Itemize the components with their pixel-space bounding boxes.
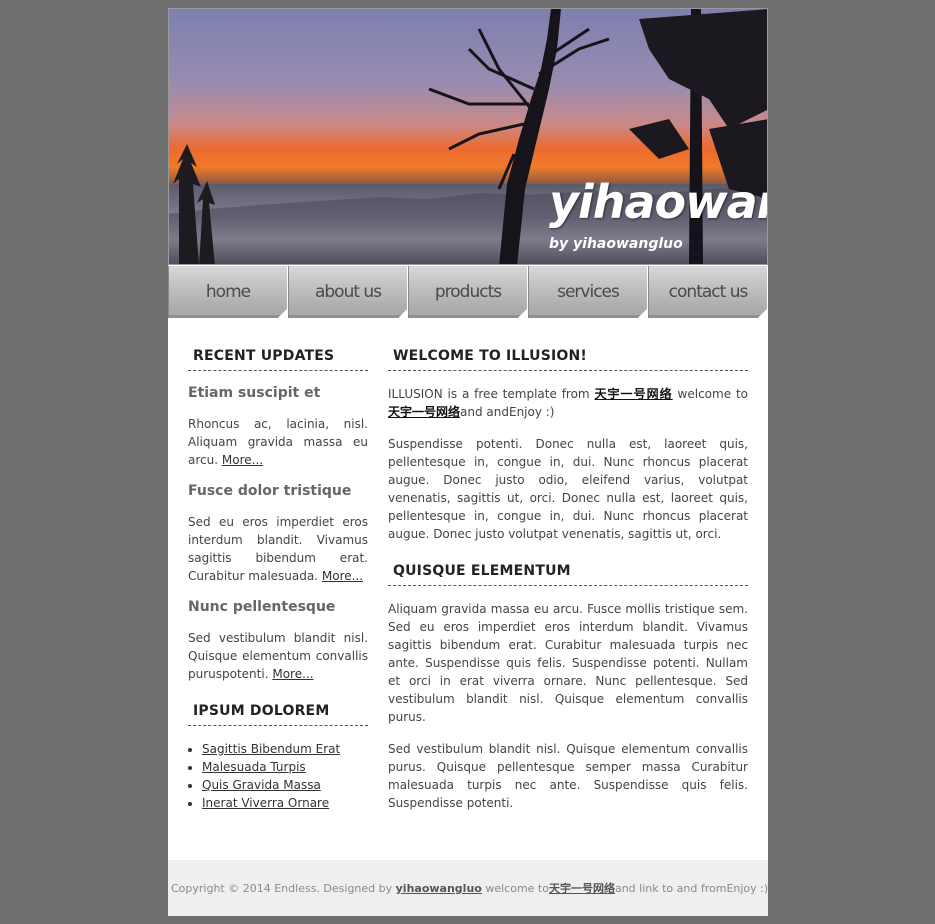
designer-link[interactable]: yihaowangluo — [396, 882, 482, 895]
footer-copy: Copyright © 2014 Endless. Designed by — [171, 882, 396, 895]
footer-copy: welcome to — [481, 882, 549, 895]
nav-item-products[interactable]: products — [408, 266, 528, 318]
more-link[interactable]: More... — [322, 569, 363, 583]
site-subtitle: by yihaowangluo — [549, 236, 683, 252]
nav-item-about-us[interactable]: about us — [288, 266, 408, 318]
ipsum-dolorem-heading: IPSUM DOLOREM — [188, 703, 368, 726]
post-title: Etiam suscipit et — [188, 385, 321, 401]
nav-item-contact-us[interactable]: contact us — [648, 266, 768, 318]
link-list: Sagittis Bibendum Erat Malesuada Turpis … — [188, 740, 368, 812]
sidebar-link[interactable]: Sagittis Bibendum Erat — [202, 742, 340, 756]
body-paragraph: Aliquam gravida massa eu arcu. Fusce mol… — [388, 602, 748, 724]
welcome-heading: WELCOME TO ILLUSION! — [388, 348, 748, 371]
post-title: Nunc pellentesque — [188, 599, 336, 615]
site-link[interactable]: 天宇一号网络 — [549, 882, 615, 895]
post-title: Fusce dolor tristique — [188, 483, 352, 499]
body-paragraph: Suspendisse potenti. Donec nulla est, la… — [388, 437, 748, 541]
list-item: Sagittis Bibendum Erat — [202, 740, 368, 758]
main-content: WELCOME TO ILLUSION! ILLUSION is a free … — [388, 348, 748, 826]
sidebar-link[interactable]: Quis Gravida Massa — [202, 778, 321, 792]
intro-text: and andEnjoy :) — [460, 405, 555, 419]
nav-item-home[interactable]: home — [168, 266, 288, 318]
body-paragraph: Sed vestibulum blandit nisl. Quisque ele… — [388, 742, 748, 810]
intro-text: welcome to — [672, 387, 748, 401]
sidebar-link[interactable]: Inerat Viverra Ornare — [202, 796, 329, 810]
more-link[interactable]: More... — [222, 453, 263, 467]
quisque-heading: QUISQUE ELEMENTUM — [388, 563, 748, 586]
post-excerpt: Sed vestibulum blandit nisl. Quisque ele… — [188, 629, 368, 683]
footer-copy: and link to and fromEnjoy :) — [614, 882, 769, 895]
intro-text: ILLUSION is a free template from — [388, 387, 595, 401]
site-link[interactable]: 天宇一号网络 — [388, 405, 460, 419]
post-excerpt: Sed eu eros imperdiet eros interdum blan… — [188, 513, 368, 585]
list-item: Inerat Viverra Ornare — [202, 794, 368, 812]
post-text: Rhoncus ac, lacinia, nisl. Aliquam gravi… — [188, 417, 368, 467]
sidebar: RECENT UPDATES Etiam suscipit et Rhoncus… — [188, 348, 368, 812]
site-link[interactable]: 天宇一号网络 — [594, 387, 672, 401]
header-banner: yihaowangluo by yihaowangluo — [168, 8, 768, 265]
footer-text: Copyright © 2014 Endless. Designed by yi… — [171, 880, 768, 896]
site-title: yihaowangluo — [549, 175, 767, 229]
more-link[interactable]: More... — [272, 667, 313, 681]
page-container: yihaowangluo by yihaowangluo home about … — [168, 8, 768, 916]
sidebar-link[interactable]: Malesuada Turpis — [202, 760, 306, 774]
post-excerpt: Rhoncus ac, lacinia, nisl. Aliquam gravi… — [188, 415, 368, 469]
list-item: Malesuada Turpis — [202, 758, 368, 776]
recent-updates-heading: RECENT UPDATES — [188, 348, 368, 371]
main-nav: home about us products services contact … — [168, 266, 768, 318]
footer: Copyright © 2014 Endless. Designed by yi… — [168, 860, 768, 916]
nav-item-services[interactable]: services — [528, 266, 648, 318]
list-item: Quis Gravida Massa — [202, 776, 368, 794]
intro-paragraph: ILLUSION is a free template from 天宇一号网络 … — [388, 385, 748, 421]
